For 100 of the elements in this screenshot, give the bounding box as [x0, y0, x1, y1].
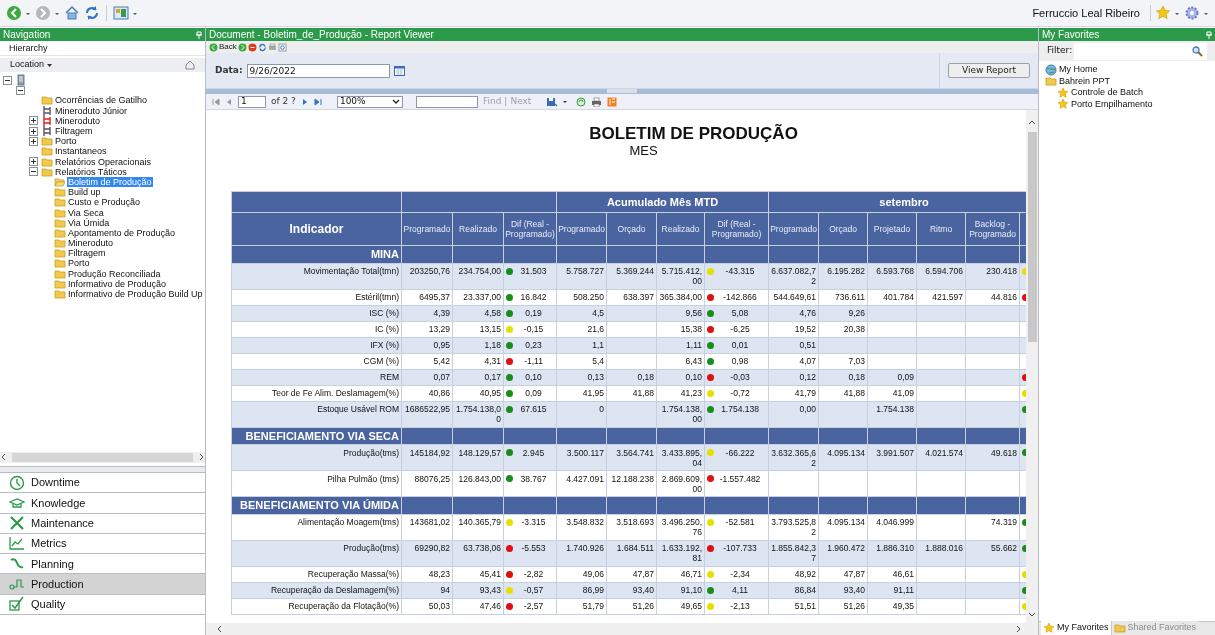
last-page-icon[interactable]: [313, 97, 322, 106]
collapse-toggle[interactable]: [16, 85, 25, 95]
tree-item[interactable]: Build up: [67, 187, 102, 198]
table-cell-text: -43.315: [724, 266, 756, 276]
table-cell-text: 16.842: [519, 292, 548, 302]
settings-icon[interactable]: [1184, 5, 1200, 21]
home-icon[interactable]: [64, 5, 80, 21]
table-cell: 23.337,00: [452, 289, 504, 305]
tree-item[interactable]: Informativo de Produção: [67, 278, 168, 289]
tree-item[interactable]: Custo e Produção: [67, 197, 142, 208]
table-cell-text: -66.222: [724, 447, 756, 458]
expand-toggle[interactable]: [29, 157, 38, 167]
hierarchy-tab[interactable]: Hierarchy: [0, 41, 205, 56]
tree-item[interactable]: Informativo de Produção Build Up: [67, 289, 204, 300]
favorite-item[interactable]: Porto Empilhamento: [1071, 97, 1153, 111]
tree-item[interactable]: Mineroduto: [54, 115, 102, 126]
tree-item[interactable]: Mineroduto: [67, 238, 115, 249]
star-icon[interactable]: [1155, 5, 1171, 21]
tree-item[interactable]: Instantaneos: [54, 146, 108, 157]
expand-toggle[interactable]: [29, 126, 38, 136]
forward-icon[interactable]: [35, 5, 51, 21]
collapse-toggle[interactable]: [29, 167, 38, 177]
table-cell-text: -2,13: [729, 601, 751, 611]
column-header: Programado: [556, 212, 607, 246]
find-field[interactable]: [415, 95, 478, 108]
print-icon[interactable]: [591, 96, 603, 107]
zoom-dropdown[interactable]: 100%: [336, 95, 403, 108]
home-icon[interactable]: [185, 60, 195, 70]
vertical-scrollbar[interactable]: [1026, 110, 1038, 623]
date-field[interactable]: 9/26/2022: [246, 63, 390, 78]
tree-item[interactable]: Produção Reconciliada: [67, 268, 162, 279]
refresh-icon[interactable]: [257, 42, 267, 52]
tree-item[interactable]: Filtragem: [67, 248, 107, 259]
table-cell-text: 0,10: [524, 372, 543, 382]
tree-item[interactable]: Ocorrências de Gatilho: [54, 95, 149, 106]
nav-section-button[interactable]: Maintenance: [0, 513, 205, 534]
tree-item[interactable]: Boletim de Produção: [67, 176, 153, 187]
table-cell-text: 1.754.138: [720, 404, 760, 414]
table-cell-text: -1.557.482: [718, 473, 762, 484]
collapse-toggle[interactable]: [3, 75, 12, 85]
table-cell-text: -1,11: [523, 356, 544, 366]
pin-icon[interactable]: [196, 30, 202, 39]
star-icon: [1057, 86, 1069, 99]
favorite-item[interactable]: Bahrein PPT: [1059, 74, 1111, 88]
table-cell: Recuperação Massa(%): [231, 566, 402, 582]
table-cell: 20,38: [818, 321, 868, 337]
horizontal-scrollbar[interactable]: [206, 623, 1038, 635]
refresh-icon[interactable]: [576, 96, 587, 107]
next-page-icon[interactable]: [300, 97, 309, 106]
refresh-icon[interactable]: [84, 5, 100, 21]
table-cell-text: -6,25: [729, 324, 751, 334]
tree-item[interactable]: Relatórios Táticos: [54, 166, 128, 177]
expand-toggle[interactable]: [29, 116, 38, 126]
nav-section-button[interactable]: Downtime: [0, 472, 205, 494]
back-button[interactable]: Back: [209, 41, 237, 53]
table-cell: Estoque Usável ROM: [231, 401, 402, 427]
previous-page-icon[interactable]: [225, 97, 233, 106]
calendar-icon[interactable]: [393, 65, 405, 76]
first-page-icon[interactable]: [212, 97, 220, 106]
tree-item[interactable]: Porto: [67, 258, 91, 269]
expand-toggle[interactable]: [29, 136, 38, 146]
stop-icon[interactable]: [247, 42, 257, 52]
layout-icon[interactable]: [113, 5, 129, 21]
tree-item[interactable]: Porto: [54, 136, 78, 147]
tree-item[interactable]: Relatórios Operacionais: [54, 156, 153, 167]
table-cell: 3.433.895,04: [656, 444, 705, 471]
nav-section-button[interactable]: Production: [0, 574, 205, 595]
filter-field[interactable]: [1074, 42, 1207, 60]
preview-icon[interactable]: [277, 42, 287, 52]
table-cell: 1,18: [452, 337, 504, 353]
tree-item[interactable]: Mineroduto Júnior: [54, 105, 129, 116]
splitter-handle[interactable]: [0, 465, 205, 473]
favorites-tab[interactable]: My Favorites: [1041, 621, 1112, 635]
favorite-item[interactable]: Controle de Batch: [1071, 86, 1144, 100]
view-report-button[interactable]: View Report: [947, 63, 1030, 78]
table-cell: 5,42: [401, 353, 453, 369]
horizontal-scrollbar[interactable]: [0, 451, 205, 463]
table-cell: 51,26: [818, 598, 868, 614]
tree-item[interactable]: Via Úmida: [67, 217, 111, 228]
favorite-item[interactable]: My Home: [1059, 63, 1098, 77]
pin-icon[interactable]: [1206, 30, 1212, 39]
save-icon[interactable]: [546, 96, 559, 107]
collapse-handle[interactable]: [607, 89, 637, 93]
server-icon: [15, 74, 27, 87]
table-cell: 148.129,57: [452, 444, 504, 471]
document-map-icon[interactable]: [607, 96, 618, 107]
table-cell: 1.633.192,81: [656, 540, 705, 566]
nav-section-button[interactable]: Quality: [0, 594, 205, 615]
table-cell: 0,10: [656, 369, 705, 385]
forward-icon[interactable]: [237, 42, 247, 52]
caret-icon[interactable]: [563, 98, 568, 105]
back-icon[interactable]: [6, 5, 22, 21]
panel-title: My Favorites: [1042, 29, 1100, 40]
table-cell: 47,46: [452, 598, 504, 614]
page-number-field[interactable]: 1: [238, 95, 266, 108]
panel-title: Navigation: [3, 29, 51, 40]
tree-item[interactable]: Apontamento de Produção: [67, 227, 177, 238]
tree-item[interactable]: Via Seca: [67, 207, 105, 218]
table-cell: Teor de Fe Alim. Deslamagem(%): [231, 385, 402, 401]
tree-item[interactable]: Filtragem: [54, 126, 94, 137]
